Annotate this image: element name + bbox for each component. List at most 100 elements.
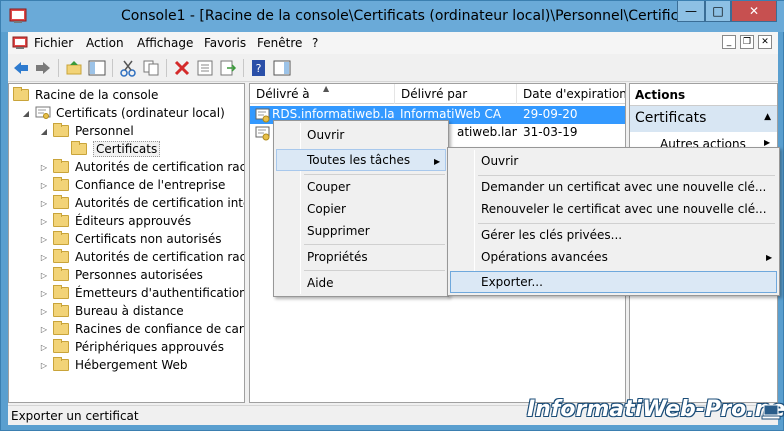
menu-separator	[304, 174, 445, 175]
forward-arrow-icon[interactable]	[34, 59, 52, 77]
menu-action[interactable]: Action	[86, 36, 124, 50]
maximize-button[interactable]: □	[705, 1, 731, 22]
actions-group-certificats[interactable]: Certificats ▲	[630, 106, 777, 132]
context-menu-cut[interactable]: Couper	[276, 176, 446, 198]
mdi-close-button[interactable]: ✕	[758, 35, 772, 49]
delete-icon[interactable]	[173, 59, 191, 77]
window-title: Console1 - [Racine de la console\Certifi…	[121, 8, 706, 24]
tree-node-root-ca[interactable]: ▷ Autorités de certification racines	[39, 158, 245, 176]
list-header: Délivré à ▲ Délivré par Date d'expiratio…	[250, 84, 625, 104]
collapsed-arrow-icon[interactable]: ▷	[39, 199, 49, 208]
tree-node-trusted-devices[interactable]: ▷ Périphériques approuvés	[39, 338, 224, 356]
folder-icon	[53, 231, 69, 245]
mmc-window: Console1 - [Racine de la console\Certifi…	[0, 0, 784, 431]
tree-node-certificats[interactable]: Certificats	[71, 140, 161, 158]
show-hide-tree-icon[interactable]	[88, 59, 106, 77]
tree-node-personnel[interactable]: ◢ Personnel	[39, 122, 134, 140]
tree-node-label: Personnes autorisées	[75, 268, 203, 282]
toolbar-separator	[58, 59, 59, 77]
menu-favoris[interactable]: Favoris	[204, 36, 246, 50]
expanded-arrow-icon[interactable]: ◢	[39, 127, 49, 136]
cell-issued-by: atiweb.lan	[457, 125, 517, 139]
cell-issued-by: InformatiWeb CA	[400, 107, 502, 121]
submenu-request-new-key[interactable]: Demander un certificat avec une nouvelle…	[450, 176, 777, 198]
mdi-restore-button[interactable]: ❐	[740, 35, 754, 49]
tree-node-intermediate-ca[interactable]: ▷ Autorités de certification interme	[39, 194, 244, 212]
tree-node-client-auth-issuers[interactable]: ▷ Émetteurs d'authentification de	[39, 284, 244, 302]
submenu-advanced-operations[interactable]: Opérations avancées	[450, 246, 777, 268]
tree-node-label: Personnel	[75, 124, 134, 138]
submenu-open[interactable]: Ouvrir	[450, 150, 777, 172]
collapse-arrow-icon[interactable]: ▲	[764, 112, 771, 122]
tree-node-third-party-root-ca[interactable]: ▷ Autorités de certification racine t	[39, 248, 244, 266]
watermark-laptop-icon	[761, 404, 781, 420]
tree-node-label: Bureau à distance	[75, 304, 184, 318]
watermark-logo: InformatiWeb-Pro.net	[527, 397, 784, 422]
tree-node-console-root[interactable]: Racine de la console	[13, 86, 158, 104]
mdi-minimize-button[interactable]: _	[722, 35, 736, 49]
tree-node-certificates-local[interactable]: ◢ Certificats (ordinateur local)	[21, 104, 225, 122]
show-hide-action-pane-icon[interactable]	[273, 59, 291, 77]
context-menu-properties[interactable]: Propriétés	[276, 246, 446, 268]
collapsed-arrow-icon[interactable]: ▷	[39, 271, 49, 280]
up-folder-icon[interactable]	[65, 59, 83, 77]
submenu-arrow-icon: ▶	[764, 138, 771, 147]
collapsed-arrow-icon[interactable]: ▷	[39, 163, 49, 172]
menu-affichage[interactable]: Affichage	[137, 36, 193, 50]
menu-fichier[interactable]: Fichier	[34, 36, 73, 50]
tree-node-trusted-publishers[interactable]: ▷ Éditeurs approuvés	[39, 212, 191, 230]
status-text: Exporter un certificat	[11, 409, 139, 423]
tree-node-trusted-people[interactable]: ▷ Personnes autorisées	[39, 266, 203, 284]
submenu-renew-new-key[interactable]: Renouveler le certificat avec une nouvel…	[450, 198, 777, 220]
mmc-console-icon	[9, 8, 27, 23]
folder-icon	[53, 249, 69, 263]
column-header-issued-by[interactable]: Délivré par	[395, 84, 517, 104]
folder-icon	[53, 267, 69, 281]
expanded-arrow-icon[interactable]: ◢	[21, 109, 31, 118]
menu-fenetre[interactable]: Fenêtre	[257, 36, 302, 50]
collapsed-arrow-icon[interactable]: ▷	[39, 325, 49, 334]
tree-node-label: Certificats non autorisés	[75, 232, 222, 246]
tree-node-label: Certificats	[93, 141, 161, 157]
menu-help[interactable]: ?	[312, 36, 318, 50]
context-menu-all-tasks[interactable]: Toutes les tâches	[276, 149, 446, 171]
collapsed-arrow-icon[interactable]: ▷	[39, 307, 49, 316]
close-button[interactable]: ✕	[731, 1, 777, 22]
collapsed-arrow-icon[interactable]: ▷	[39, 361, 49, 370]
properties-icon[interactable]	[196, 59, 214, 77]
mmc-system-menu-icon[interactable]	[12, 35, 28, 51]
column-header-expiration[interactable]: Date d'expiration	[517, 84, 625, 104]
minimize-button[interactable]: —	[677, 1, 705, 22]
collapsed-arrow-icon[interactable]: ▷	[39, 181, 49, 190]
collapsed-arrow-icon[interactable]: ▷	[39, 343, 49, 352]
context-menu-delete[interactable]: Supprimer	[276, 220, 446, 242]
cell-issued-to: RDS.informatiweb.lan	[272, 107, 394, 121]
context-menu-open[interactable]: Ouvrir	[276, 124, 446, 146]
context-menu-copy[interactable]: Copier	[276, 198, 446, 220]
help-icon[interactable]: ?	[250, 59, 268, 77]
collapsed-arrow-icon[interactable]: ▷	[39, 289, 49, 298]
tree-node-label: Racines de confiance de carte à p	[75, 322, 244, 336]
tree-node-enterprise-trust[interactable]: ▷ Confiance de l'entreprise	[39, 176, 225, 194]
tree-node-smart-card-roots[interactable]: ▷ Racines de confiance de carte à p	[39, 320, 244, 338]
actions-pane-title: Actions	[630, 84, 777, 106]
tree-node-untrusted[interactable]: ▷ Certificats non autorisés	[39, 230, 222, 248]
back-arrow-icon[interactable]	[12, 59, 30, 77]
tree-node-remote-desktop[interactable]: ▷ Bureau à distance	[39, 302, 184, 320]
tree-node-web-hosting[interactable]: ▷ Hébergement Web	[39, 356, 188, 374]
tree-node-label: Racine de la console	[35, 88, 159, 102]
context-menu-help[interactable]: Aide	[276, 272, 446, 294]
menu-separator	[304, 244, 445, 245]
console-tree[interactable]: Racine de la console ◢ Certificats (ordi…	[8, 83, 245, 403]
submenu-export[interactable]: Exporter...	[450, 271, 777, 293]
collapsed-arrow-icon[interactable]: ▷	[39, 217, 49, 226]
svg-text:?: ?	[256, 62, 262, 75]
cut-icon[interactable]	[119, 59, 137, 77]
collapsed-arrow-icon[interactable]: ▷	[39, 235, 49, 244]
tree-node-label: Autorités de certification racines	[75, 160, 245, 174]
submenu-manage-private-keys[interactable]: Gérer les clés privées...	[450, 224, 777, 246]
export-list-icon[interactable]	[219, 59, 237, 77]
copy-icon[interactable]	[142, 59, 160, 77]
collapsed-arrow-icon[interactable]: ▷	[39, 253, 49, 262]
title-bar[interactable]: Console1 - [Racine de la console\Certifi…	[1, 1, 784, 32]
